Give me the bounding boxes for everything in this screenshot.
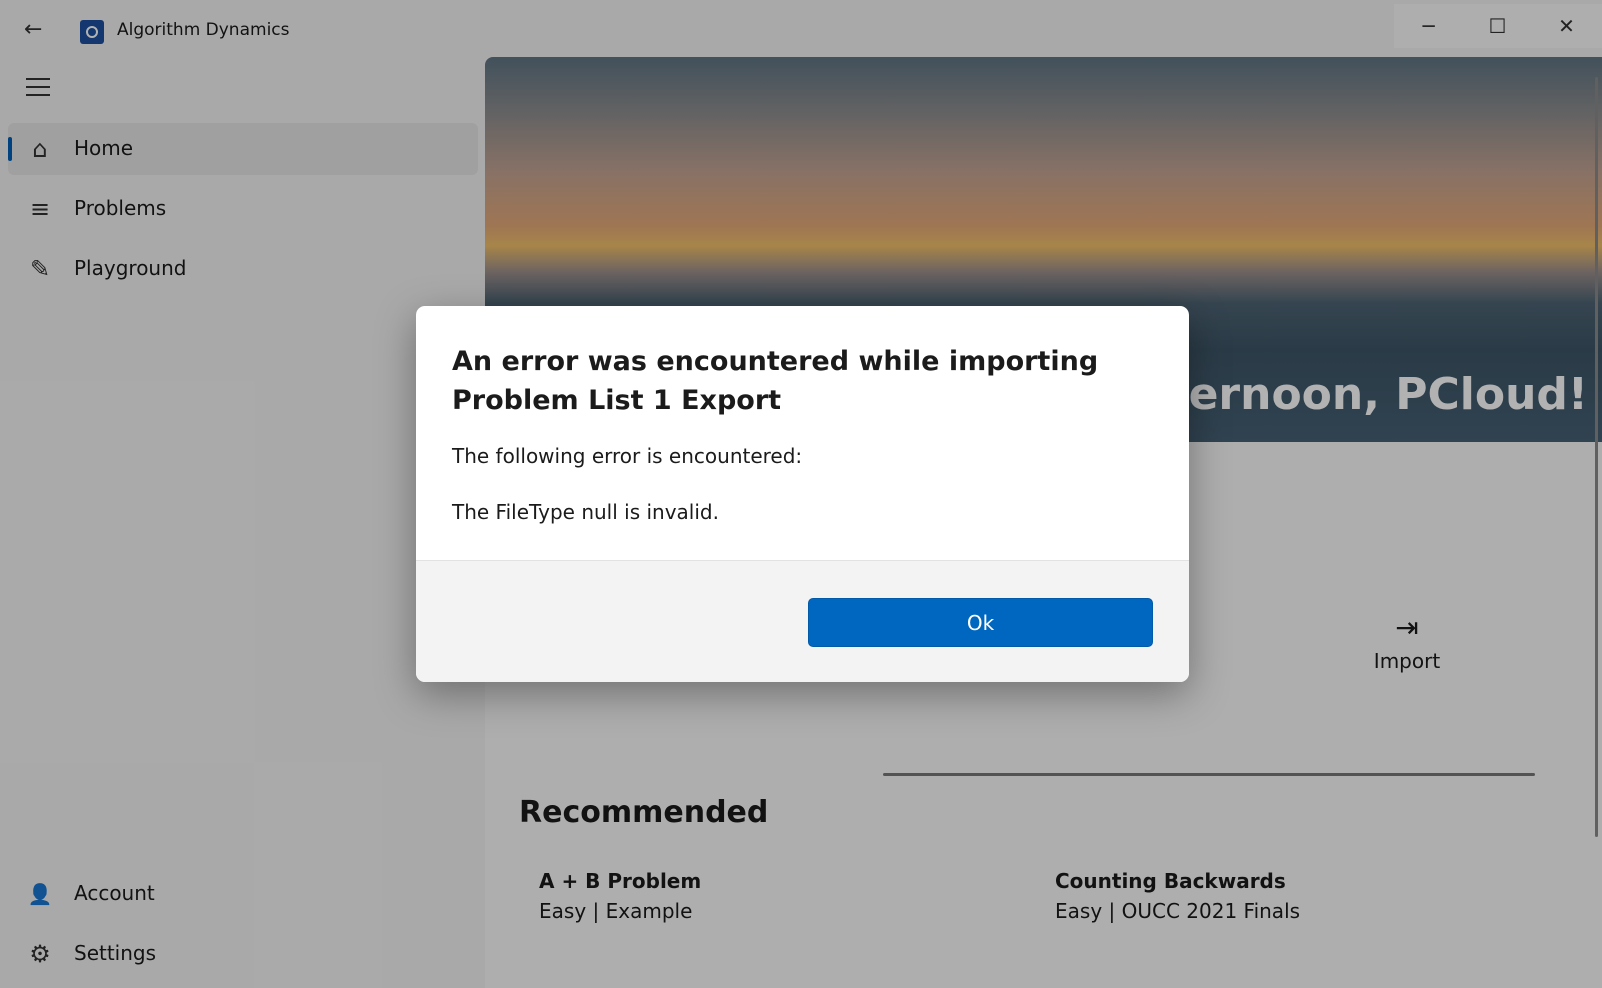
dialog-footer: Ok bbox=[416, 560, 1189, 682]
dialog-body: An error was encountered while importing… bbox=[416, 306, 1189, 560]
dialog-message: The following error is encountered: bbox=[452, 444, 803, 468]
ok-button[interactable]: Ok bbox=[808, 598, 1153, 647]
dialog-title: An error was encountered while importing… bbox=[452, 346, 1099, 416]
app-window: ← Algorithm Dynamics ─ ☐ ✕ ⌂ Home ≡ Prob… bbox=[0, 0, 1602, 988]
dialog-error-detail: The FileType null is invalid. bbox=[452, 500, 719, 524]
error-dialog: An error was encountered while importing… bbox=[416, 306, 1189, 682]
